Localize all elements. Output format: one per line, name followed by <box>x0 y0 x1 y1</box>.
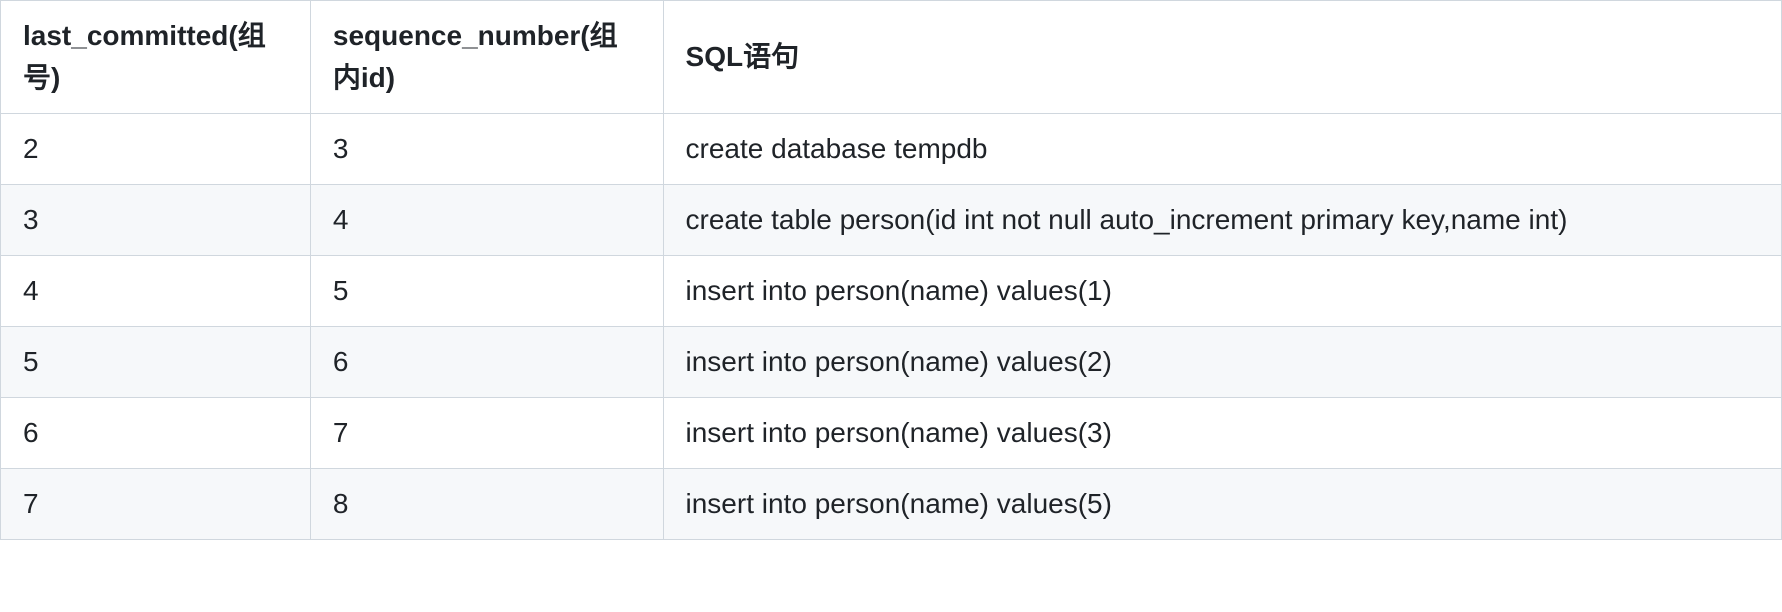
cell-sequence-number: 7 <box>310 398 663 469</box>
cell-last-committed: 6 <box>1 398 311 469</box>
cell-sql-statement: create table person(id int not null auto… <box>663 185 1781 256</box>
header-last-committed: last_committed(组号) <box>1 1 311 114</box>
table-row: 2 3 create database tempdb <box>1 114 1782 185</box>
cell-sql-statement: insert into person(name) values(2) <box>663 327 1781 398</box>
cell-sequence-number: 3 <box>310 114 663 185</box>
cell-sql-statement: insert into person(name) values(3) <box>663 398 1781 469</box>
cell-sequence-number: 4 <box>310 185 663 256</box>
cell-sequence-number: 8 <box>310 469 663 540</box>
cell-sql-statement: insert into person(name) values(1) <box>663 256 1781 327</box>
table-row: 6 7 insert into person(name) values(3) <box>1 398 1782 469</box>
cell-sequence-number: 5 <box>310 256 663 327</box>
table-row: 3 4 create table person(id int not null … <box>1 185 1782 256</box>
sql-binlog-table: last_committed(组号) sequence_number(组内id)… <box>0 0 1782 540</box>
header-sequence-number: sequence_number(组内id) <box>310 1 663 114</box>
cell-last-committed: 3 <box>1 185 311 256</box>
cell-last-committed: 5 <box>1 327 311 398</box>
table-header-row: last_committed(组号) sequence_number(组内id)… <box>1 1 1782 114</box>
table-row: 7 8 insert into person(name) values(5) <box>1 469 1782 540</box>
cell-sequence-number: 6 <box>310 327 663 398</box>
table-row: 5 6 insert into person(name) values(2) <box>1 327 1782 398</box>
cell-last-committed: 7 <box>1 469 311 540</box>
cell-last-committed: 2 <box>1 114 311 185</box>
cell-last-committed: 4 <box>1 256 311 327</box>
header-sql-statement: SQL语句 <box>663 1 1781 114</box>
cell-sql-statement: create database tempdb <box>663 114 1781 185</box>
cell-sql-statement: insert into person(name) values(5) <box>663 469 1781 540</box>
table-row: 4 5 insert into person(name) values(1) <box>1 256 1782 327</box>
